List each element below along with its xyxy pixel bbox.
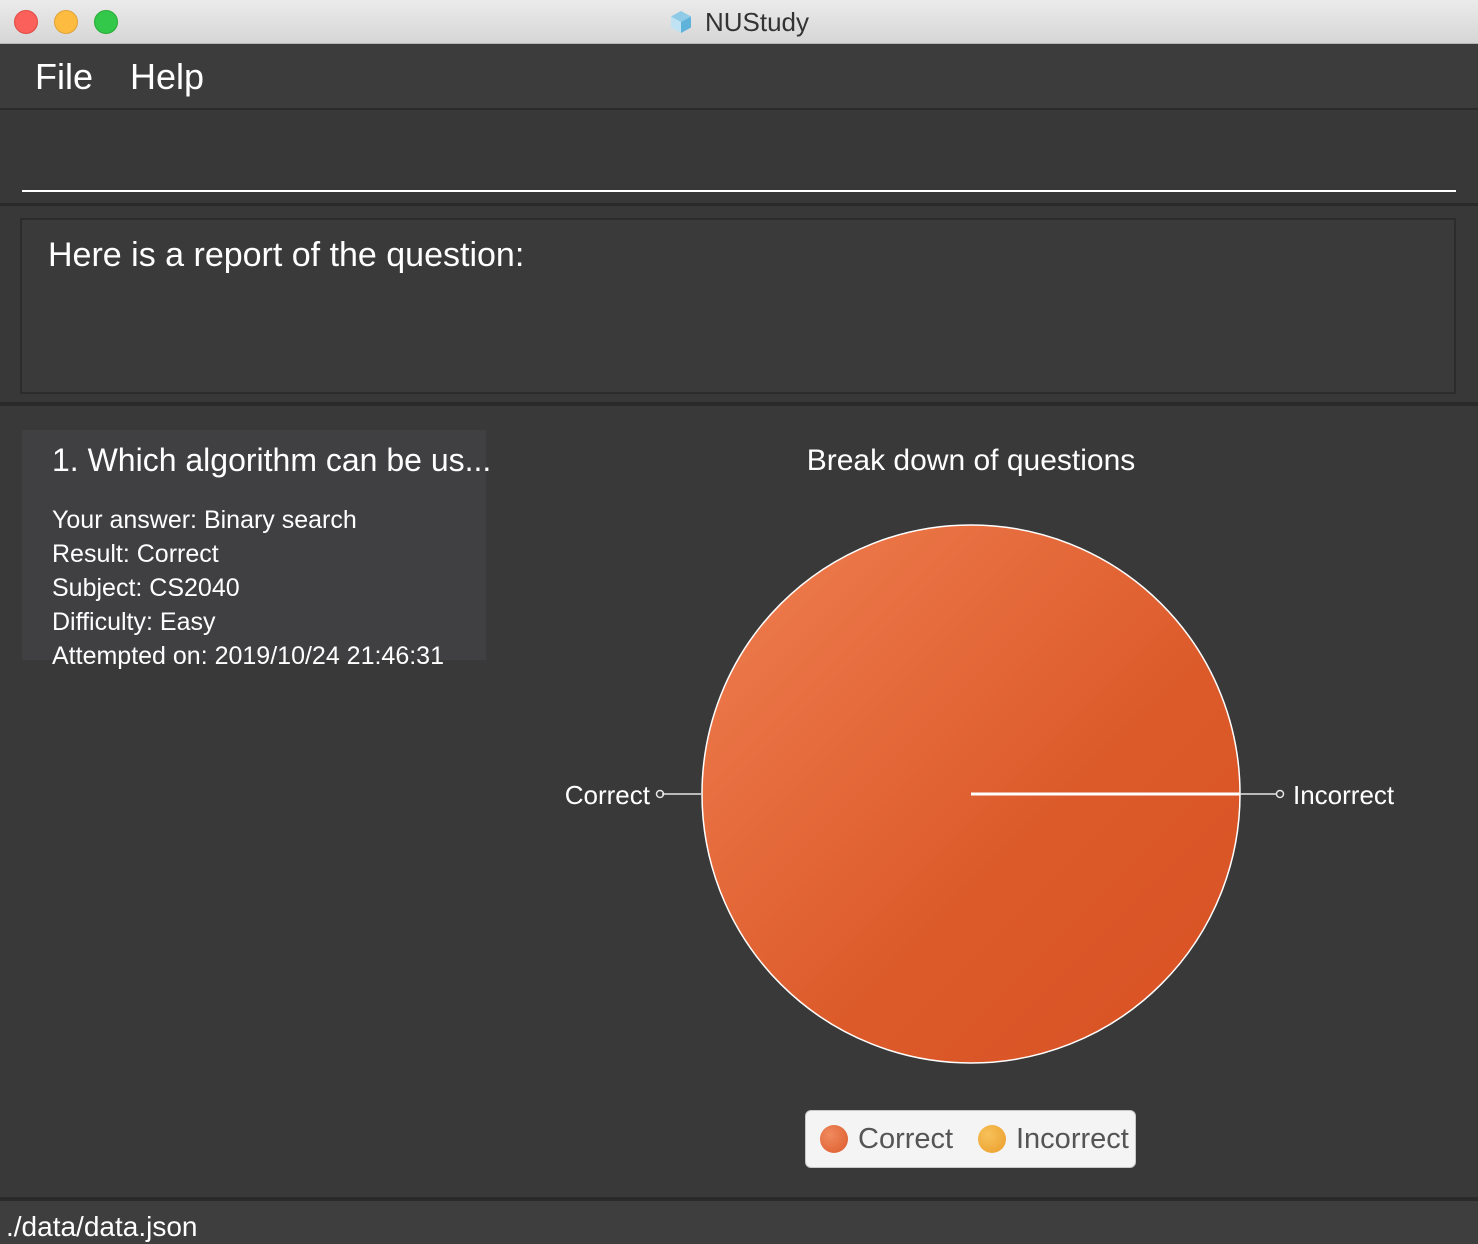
window-title-group: NUStudy — [0, 0, 1478, 44]
pie-label-correct: Correct — [565, 780, 651, 810]
result-message: Here is a report of the question: — [48, 236, 525, 274]
app-logo-icon — [670, 11, 691, 33]
legend-correct-label: Correct — [858, 1123, 954, 1155]
question-subject: Subject: CS2040 — [52, 574, 240, 602]
pie-label-incorrect: Incorrect — [1293, 780, 1395, 810]
question-answer: Your answer: Binary search — [52, 506, 357, 534]
question-report-card[interactable]: 1. Which algorithm can be us... Your ans… — [22, 430, 491, 670]
chart-legend: Correct Incorrect — [805, 1110, 1136, 1168]
window-title-bar: NUStudy — [0, 0, 1478, 44]
label-incorrect-leader — [1240, 789, 1285, 799]
label-correct-leader — [655, 789, 701, 799]
result-display: Here is a report of the question: — [20, 218, 1456, 394]
command-input[interactable] — [22, 110, 1456, 192]
pie-slices — [701, 524, 1241, 1064]
chart-title: Break down of questions — [807, 444, 1136, 477]
breakdown-pie-chart: Break down of questions Correct Incorrec… — [565, 444, 1395, 1064]
question-result: Result: Correct — [52, 540, 219, 568]
command-box-panel — [0, 110, 1478, 206]
legend-incorrect-swatch — [978, 1125, 1006, 1153]
question-difficulty: Difficulty: Easy — [52, 608, 216, 636]
status-file-path: ./data/data.json — [6, 1211, 198, 1242]
report-panel: 1. Which algorithm can be us... Your ans… — [0, 406, 1478, 1200]
question-title: 1. Which algorithm can be us... — [52, 442, 492, 478]
legend-incorrect-label: Incorrect — [1016, 1123, 1129, 1155]
question-attempted-on: Attempted on: 2019/10/24 21:46:31 — [52, 642, 444, 670]
result-display-panel: Here is a report of the question: — [0, 206, 1478, 406]
status-bar: ./data/data.json — [0, 1200, 1478, 1244]
menu-file[interactable]: File — [35, 56, 93, 98]
window-title: NUStudy — [704, 6, 810, 37]
menu-bar: File Help — [0, 44, 1478, 110]
menu-help[interactable]: Help — [130, 56, 204, 98]
legend-correct-swatch — [820, 1125, 848, 1153]
